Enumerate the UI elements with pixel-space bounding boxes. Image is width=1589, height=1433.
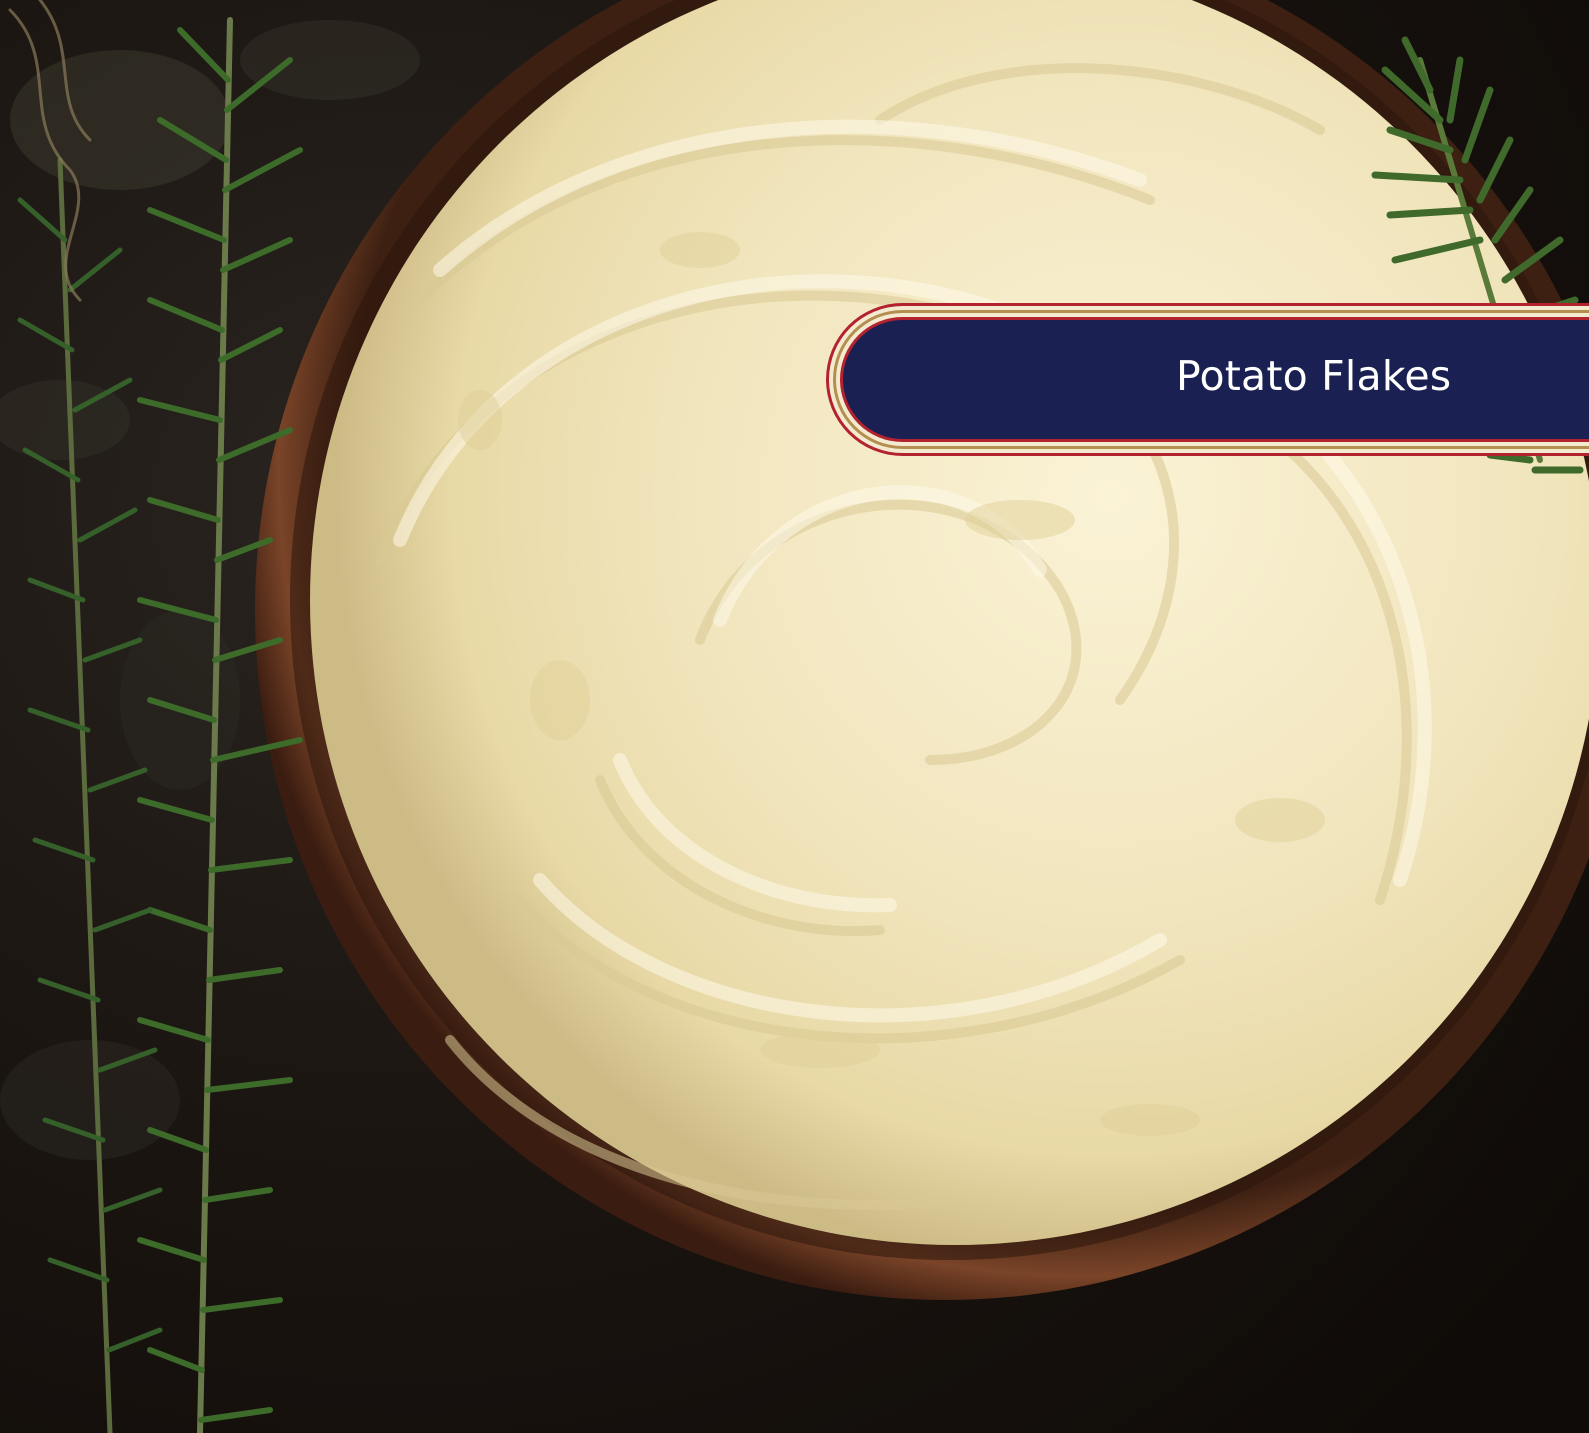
food-photo: Potato Flakes	[0, 0, 1589, 1433]
product-label-text: Potato Flakes	[1176, 351, 1452, 400]
mashed-potatoes	[310, 0, 1589, 1245]
banner-inner: Potato Flakes	[840, 317, 1589, 442]
mashed-potatoes-photo	[0, 0, 1589, 1433]
banner-gold-outline: Potato Flakes	[833, 310, 1589, 449]
product-label-banner: Potato Flakes	[826, 303, 1589, 456]
